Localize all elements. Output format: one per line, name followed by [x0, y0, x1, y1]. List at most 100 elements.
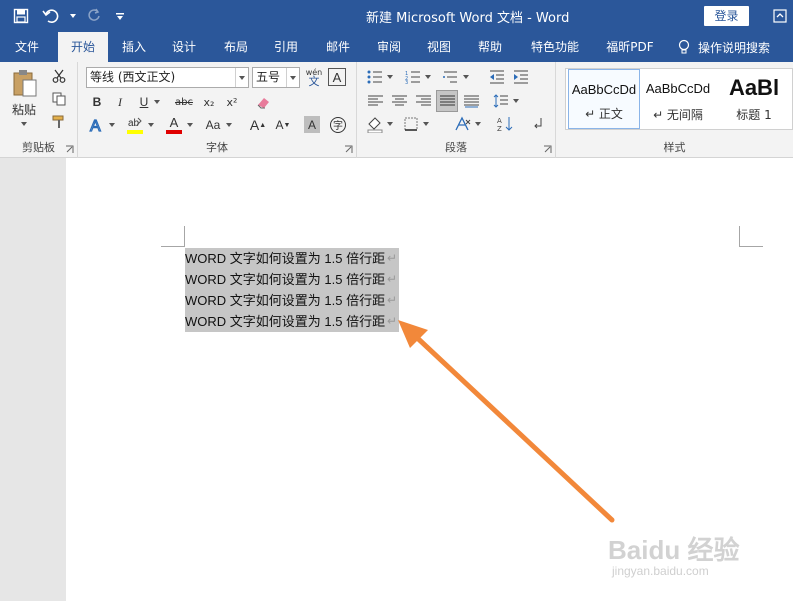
- chinese-layout-icon[interactable]: [451, 115, 475, 133]
- bullets-icon[interactable]: [365, 68, 385, 86]
- tab-mailings[interactable]: 邮件: [318, 32, 358, 62]
- tab-references[interactable]: 引用: [266, 32, 306, 62]
- crop-mark-top-right: [739, 226, 763, 247]
- chevron-down-icon: [235, 68, 248, 87]
- line-spacing-dropdown[interactable]: [511, 92, 521, 110]
- crop-mark-top-left: [161, 226, 185, 247]
- decrease-indent-icon[interactable]: [487, 68, 507, 86]
- highlight-dropdown[interactable]: [146, 115, 156, 135]
- bullets-dropdown[interactable]: [385, 68, 395, 86]
- document-line[interactable]: WORD 文字如何设置为 1.5 倍行距 ↵: [185, 311, 400, 332]
- styles-gallery: AaBbCcDd ↵ 正文 AaBbCcDd ↵ 无间隔 AaBl 标题 1: [565, 68, 793, 130]
- paste-button[interactable]: 粘贴: [6, 68, 42, 126]
- multilevel-dropdown[interactable]: [461, 68, 471, 86]
- text-effects-icon[interactable]: A: [87, 115, 107, 135]
- paragraph-dialog-launcher-icon[interactable]: [543, 145, 552, 154]
- bold-button[interactable]: B: [88, 93, 106, 111]
- highlight-color-icon[interactable]: ab: [125, 114, 145, 136]
- grow-font-button[interactable]: A ▲: [248, 115, 268, 135]
- redo-icon[interactable]: [82, 4, 108, 28]
- font-color-dropdown[interactable]: [185, 115, 195, 135]
- superscript-button[interactable]: x²: [223, 93, 241, 111]
- undo-dropdown-icon[interactable]: [68, 4, 78, 28]
- tab-foxit-pdf[interactable]: 福昕PDF: [598, 32, 662, 62]
- align-center-icon[interactable]: [389, 92, 409, 110]
- login-button[interactable]: 登录: [704, 6, 749, 26]
- svg-text:A: A: [90, 118, 101, 134]
- italic-button[interactable]: I: [111, 93, 129, 111]
- tell-me-search[interactable]: 操作说明搜索: [678, 32, 770, 62]
- style-heading-1[interactable]: AaBl 标题 1: [716, 69, 792, 129]
- align-left-icon[interactable]: [365, 92, 385, 110]
- underline-dropdown[interactable]: [152, 93, 162, 111]
- borders-dropdown[interactable]: [421, 115, 431, 133]
- paragraph-group-label: 段落: [445, 141, 467, 154]
- tab-help[interactable]: 帮助: [470, 32, 510, 62]
- character-border-button[interactable]: A: [328, 68, 346, 86]
- styles-group-label: 样式: [663, 141, 686, 154]
- show-formatting-marks-icon[interactable]: [529, 115, 547, 133]
- customize-qat-icon[interactable]: [112, 4, 128, 28]
- save-icon[interactable]: [8, 4, 34, 28]
- change-case-dropdown[interactable]: [224, 115, 234, 135]
- undo-icon[interactable]: [38, 4, 64, 28]
- phonetic-guide-button[interactable]: wén 文: [304, 66, 324, 88]
- borders-icon[interactable]: [401, 115, 421, 133]
- tab-design[interactable]: 设计: [164, 32, 204, 62]
- document-line[interactable]: WORD 文字如何设置为 1.5 倍行距 ↵: [185, 248, 400, 269]
- font-group-label: 字体: [206, 141, 228, 154]
- copy-icon[interactable]: [50, 90, 68, 108]
- shrink-font-button[interactable]: A ▼: [273, 115, 293, 135]
- group-paragraph: 123 A Z 段落: [357, 62, 556, 158]
- enclose-characters-icon[interactable]: 字: [328, 115, 348, 135]
- clipboard-dialog-launcher-icon[interactable]: [65, 145, 74, 154]
- style-normal-preview: AaBbCcDd: [571, 82, 637, 97]
- font-color-icon[interactable]: A: [164, 114, 184, 136]
- tab-file[interactable]: 文件: [0, 32, 54, 62]
- style-normal[interactable]: AaBbCcDd ↵ 正文: [568, 69, 640, 129]
- tell-me-label: 操作说明搜索: [698, 40, 771, 55]
- line-spacing-icon[interactable]: [491, 92, 511, 110]
- tab-home[interactable]: 开始: [58, 32, 108, 62]
- cut-icon[interactable]: [50, 67, 68, 85]
- tab-insert[interactable]: 插入: [114, 32, 154, 62]
- increase-indent-icon[interactable]: [511, 68, 531, 86]
- text-effects-dropdown[interactable]: [107, 115, 117, 135]
- tab-special-features[interactable]: 特色功能: [524, 32, 586, 62]
- clear-formatting-icon[interactable]: [254, 93, 274, 111]
- numbering-dropdown[interactable]: [423, 68, 433, 86]
- paste-label: 粘贴: [11, 102, 36, 117]
- chinese-layout-dropdown[interactable]: [473, 115, 483, 133]
- multilevel-list-icon[interactable]: [441, 68, 461, 86]
- chevron-down-icon: [286, 68, 299, 87]
- watermark-brand: Baidu 经验: [608, 535, 740, 565]
- font-dialog-launcher-icon[interactable]: [344, 145, 353, 154]
- document-line[interactable]: WORD 文字如何设置为 1.5 倍行距 ↵: [185, 290, 400, 311]
- distributed-icon[interactable]: [461, 92, 481, 110]
- format-painter-icon[interactable]: [50, 113, 68, 131]
- align-right-icon[interactable]: [413, 92, 433, 110]
- style-no-spacing-name: ↵ 无间隔: [653, 108, 703, 122]
- paragraph-mark: ↵: [387, 251, 398, 265]
- style-no-spacing[interactable]: AaBbCcDd ↵ 无间隔: [642, 69, 714, 129]
- font-name-select[interactable]: 等线 (西文正文): [86, 67, 249, 88]
- subscript-button[interactable]: x₂: [200, 93, 218, 111]
- shading-icon[interactable]: [365, 114, 385, 134]
- tab-layout[interactable]: 布局: [216, 32, 256, 62]
- underline-button[interactable]: U: [136, 93, 152, 111]
- font-size-select[interactable]: 五号: [252, 67, 300, 88]
- ribbon-display-options-icon[interactable]: [768, 4, 792, 28]
- strikethrough-button[interactable]: abc: [172, 93, 196, 111]
- sort-icon[interactable]: AZ: [495, 115, 515, 133]
- document-line[interactable]: WORD 文字如何设置为 1.5 倍行距 ↵: [185, 269, 400, 290]
- tab-view[interactable]: 视图: [419, 32, 459, 62]
- window-title: 新建 Microsoft Word 文档 - Word: [366, 11, 570, 26]
- numbering-icon[interactable]: 123: [403, 68, 423, 86]
- baidu-watermark: Baidu 经验 jingyan.baidu.com: [608, 520, 768, 580]
- character-shading-button[interactable]: A: [304, 116, 320, 133]
- shrink-font-label: A: [275, 118, 284, 132]
- change-case-button[interactable]: Aa: [202, 115, 224, 135]
- justify-icon[interactable]: [436, 90, 458, 112]
- tab-review[interactable]: 审阅: [369, 32, 409, 62]
- shading-dropdown[interactable]: [385, 115, 395, 133]
